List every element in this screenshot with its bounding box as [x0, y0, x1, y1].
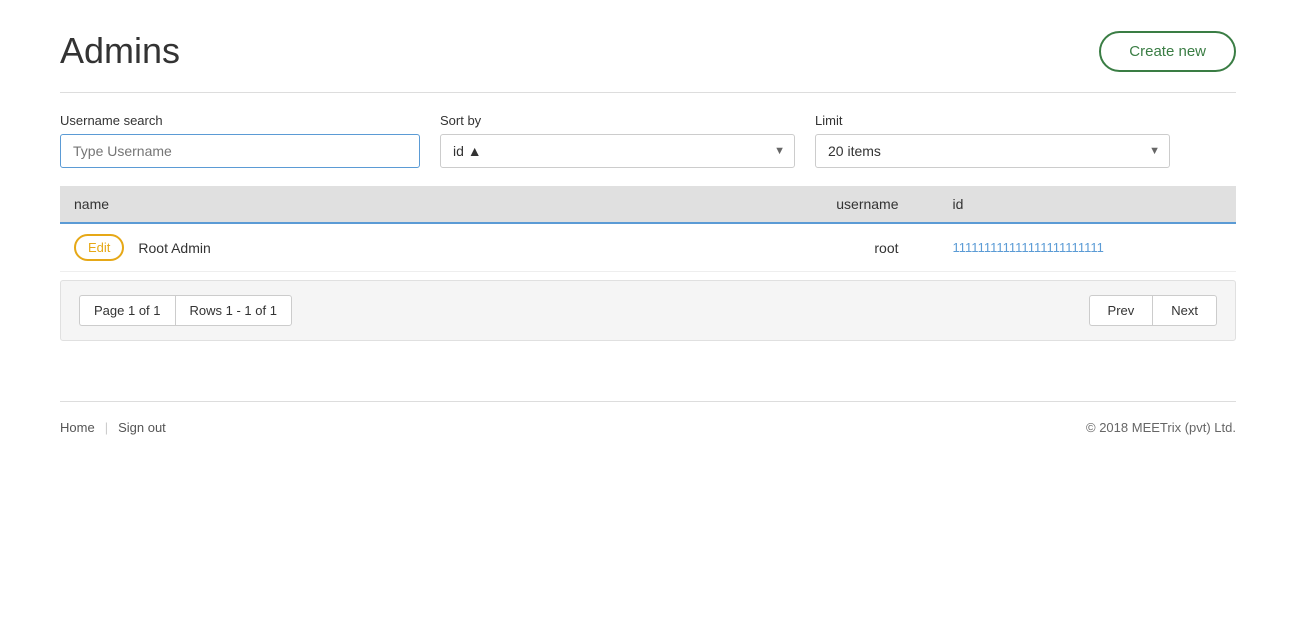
- table-row: Edit Root Admin root 1111111111111111111…: [60, 223, 1236, 272]
- page-header: Admins Create new: [60, 0, 1236, 92]
- limit-select[interactable]: 10 items 20 items 50 items 100 items: [815, 134, 1170, 168]
- create-new-button[interactable]: Create new: [1099, 31, 1236, 72]
- rows-info: Rows 1 - 1 of 1: [175, 295, 292, 326]
- prev-button[interactable]: Prev: [1089, 295, 1153, 326]
- pagination-left: Page 1 of 1 Rows 1 - 1 of 1: [79, 295, 292, 326]
- admins-table: name username id Edit Root Admin root 11…: [60, 186, 1236, 272]
- cell-name-with-edit: Edit Root Admin: [74, 234, 752, 261]
- footer-links: Home | Sign out: [60, 420, 166, 435]
- limit-select-wrapper: 10 items 20 items 50 items 100 items: [815, 134, 1170, 168]
- home-link[interactable]: Home: [60, 420, 95, 435]
- cell-id: 111111111111111111111111: [939, 223, 1236, 272]
- pagination-container: Page 1 of 1 Rows 1 - 1 of 1 Prev Next: [60, 280, 1236, 341]
- cell-name: Edit Root Admin: [60, 223, 766, 272]
- sort-by-group: Sort by id ▲ id ▼ name ▲ name ▼: [440, 113, 795, 168]
- admin-name: Root Admin: [138, 240, 210, 256]
- table-header-row: name username id: [60, 186, 1236, 223]
- col-header-name: name: [60, 186, 766, 223]
- sort-by-label: Sort by: [440, 113, 795, 128]
- page-title: Admins: [60, 30, 180, 72]
- username-search-label: Username search: [60, 113, 420, 128]
- col-header-username: username: [766, 186, 939, 223]
- next-button[interactable]: Next: [1152, 295, 1217, 326]
- page-info: Page 1 of 1: [79, 295, 175, 326]
- filter-row: Username search Sort by id ▲ id ▼ name ▲…: [60, 113, 1236, 168]
- limit-group: Limit 10 items 20 items 50 items 100 ite…: [815, 113, 1170, 168]
- edit-button[interactable]: Edit: [74, 234, 124, 261]
- copyright: © 2018 MEETrix (pvt) Ltd.: [1086, 420, 1236, 435]
- sort-by-select-wrapper: id ▲ id ▼ name ▲ name ▼: [440, 134, 795, 168]
- username-search-group: Username search: [60, 113, 420, 168]
- cell-username: root: [766, 223, 939, 272]
- footer-separator: |: [105, 420, 108, 435]
- col-header-id: id: [939, 186, 1236, 223]
- pagination-right: Prev Next: [1089, 295, 1217, 326]
- footer: Home | Sign out © 2018 MEETrix (pvt) Ltd…: [60, 402, 1236, 453]
- sort-by-select[interactable]: id ▲ id ▼ name ▲ name ▼: [440, 134, 795, 168]
- limit-label: Limit: [815, 113, 1170, 128]
- sign-out-link[interactable]: Sign out: [118, 420, 166, 435]
- username-search-input[interactable]: [60, 134, 420, 168]
- header-divider: [60, 92, 1236, 93]
